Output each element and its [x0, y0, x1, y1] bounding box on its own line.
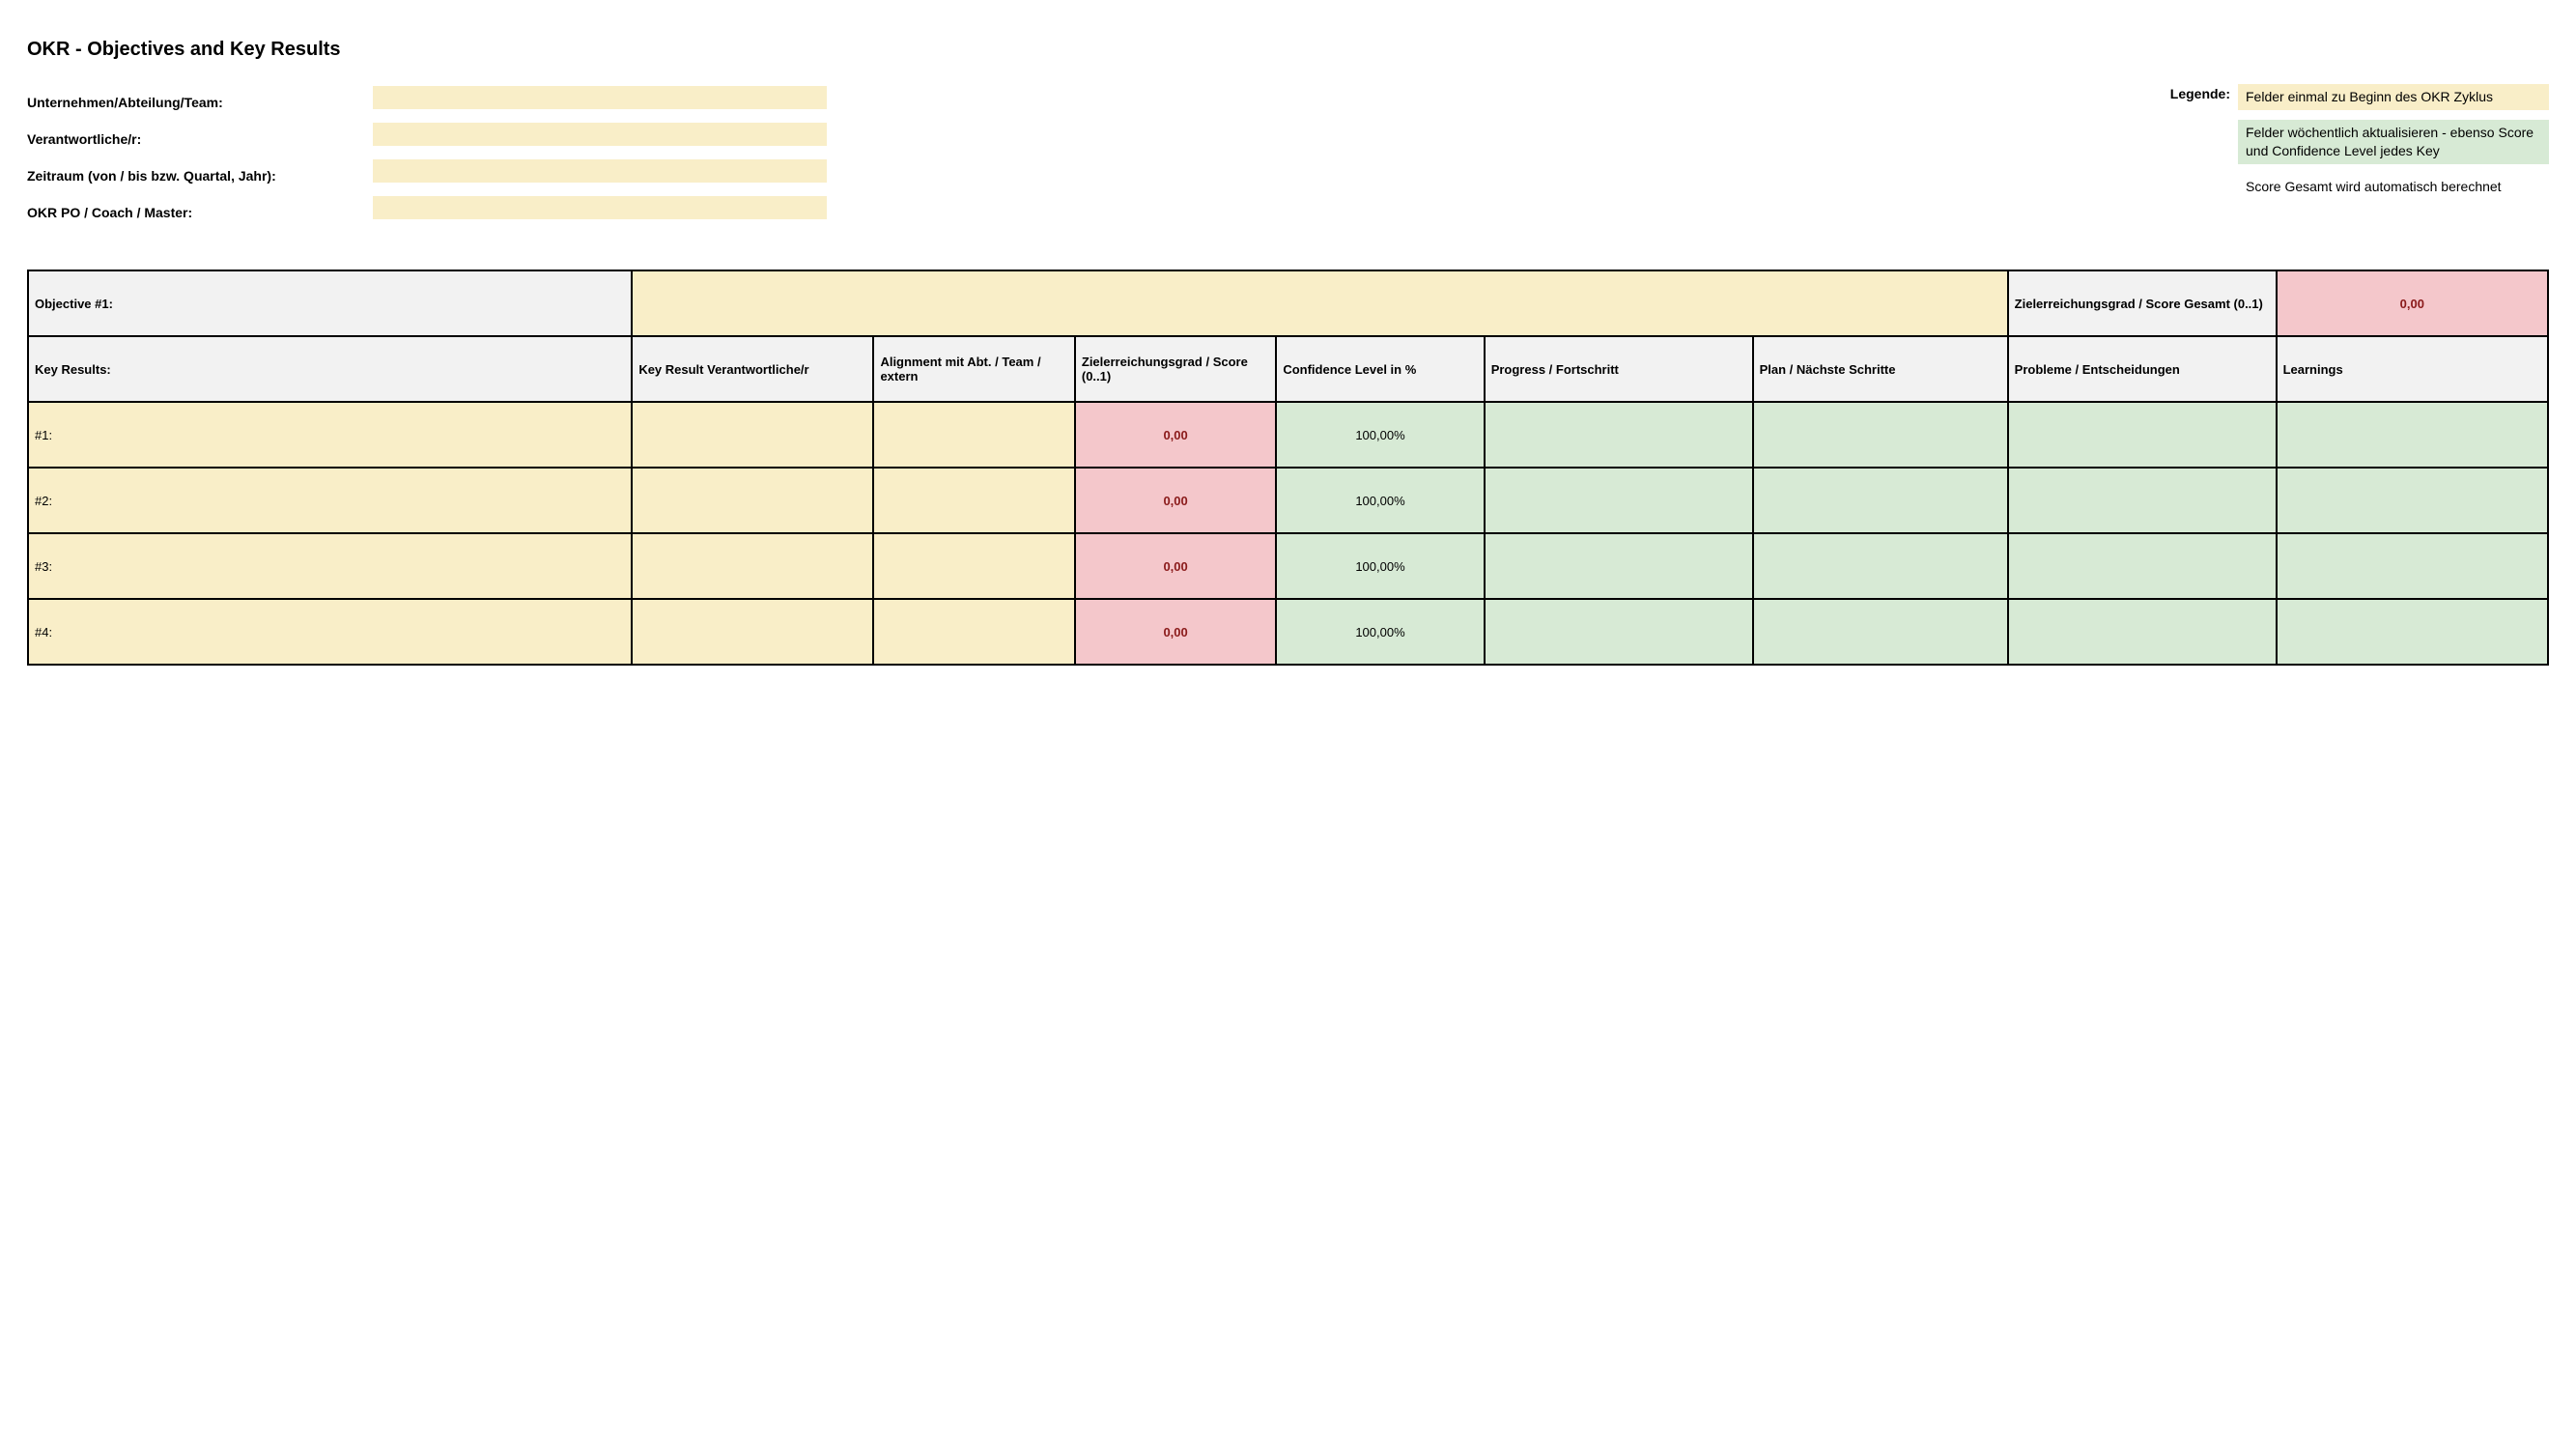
page-title: OKR - Objectives and Key Results: [27, 39, 2549, 61]
period-input[interactable]: [373, 159, 827, 183]
kr-owner[interactable]: [632, 468, 873, 533]
org-input[interactable]: [373, 86, 827, 109]
kr-score[interactable]: 0,00: [1075, 599, 1276, 665]
legend-yellow: Felder einmal zu Beginn des OKR Zyklus: [2238, 84, 2549, 110]
hdr-conf: Confidence Level in %: [1276, 336, 1484, 402]
kr-prog[interactable]: [1485, 402, 1753, 468]
kr-prob[interactable]: [2008, 468, 2277, 533]
header-grid: Unternehmen/Abteilung/Team: Legende: Fel…: [27, 84, 2549, 231]
objective-label: Objective #1:: [28, 270, 632, 336]
hdr-score: Zielerreichungsgrad / Score (0..1): [1075, 336, 1276, 402]
kr-score[interactable]: 0,00: [1075, 402, 1276, 468]
kr-plan[interactable]: [1753, 468, 2008, 533]
kr-learn[interactable]: [2277, 533, 2548, 599]
kr-learn[interactable]: [2277, 599, 2548, 665]
objective-row: Objective #1: Zielerreichungsgrad / Scor…: [28, 270, 2548, 336]
okr-table: Objective #1: Zielerreichungsgrad / Scor…: [27, 270, 2549, 666]
legend-block: Legende: Felder einmal zu Beginn des OKR…: [835, 84, 2549, 200]
kr-row: #3: 0,00 100,00%: [28, 533, 2548, 599]
kr-conf[interactable]: 100,00%: [1276, 533, 1484, 599]
kr-prog[interactable]: [1485, 468, 1753, 533]
kr-conf[interactable]: 100,00%: [1276, 468, 1484, 533]
kr-row: #4: 0,00 100,00%: [28, 599, 2548, 665]
kr-plan[interactable]: [1753, 402, 2008, 468]
kr-row: #1: 0,00 100,00%: [28, 402, 2548, 468]
hdr-owner: Key Result Verantwortliche/r: [632, 336, 873, 402]
kr-plan[interactable]: [1753, 533, 2008, 599]
hdr-kr: Key Results:: [28, 336, 632, 402]
coach-input[interactable]: [373, 196, 827, 219]
kr-score[interactable]: 0,00: [1075, 533, 1276, 599]
org-label: Unternehmen/Abteilung/Team:: [27, 84, 365, 121]
header-row: Key Results: Key Result Verantwortliche/…: [28, 336, 2548, 402]
kr-prob[interactable]: [2008, 599, 2277, 665]
objective-input[interactable]: [632, 270, 2007, 336]
owner-input[interactable]: [373, 123, 827, 146]
legend-white: Score Gesamt wird automatisch berechnet: [2238, 174, 2549, 200]
kr-align[interactable]: [873, 468, 1074, 533]
kr-conf[interactable]: 100,00%: [1276, 402, 1484, 468]
hdr-align: Alignment mit Abt. / Team / extern: [873, 336, 1074, 402]
hdr-prob: Probleme / Entscheidungen: [2008, 336, 2277, 402]
hdr-plan: Plan / Nächste Schritte: [1753, 336, 2008, 402]
kr-owner[interactable]: [632, 599, 873, 665]
total-score-value: 0,00: [2277, 270, 2548, 336]
kr-align[interactable]: [873, 402, 1074, 468]
kr-prob[interactable]: [2008, 533, 2277, 599]
legend-label: Legende:: [2170, 84, 2230, 101]
kr-label[interactable]: #4:: [28, 599, 632, 665]
kr-prog[interactable]: [1485, 533, 1753, 599]
legend-green: Felder wöchentlich aktualisieren - ebens…: [2238, 120, 2549, 164]
kr-row: #2: 0,00 100,00%: [28, 468, 2548, 533]
kr-align[interactable]: [873, 599, 1074, 665]
kr-label[interactable]: #3:: [28, 533, 632, 599]
kr-label[interactable]: #1:: [28, 402, 632, 468]
kr-label[interactable]: #2:: [28, 468, 632, 533]
kr-prog[interactable]: [1485, 599, 1753, 665]
kr-score[interactable]: 0,00: [1075, 468, 1276, 533]
coach-label: OKR PO / Coach / Master:: [27, 194, 365, 231]
kr-learn[interactable]: [2277, 468, 2548, 533]
owner-label: Verantwortliche/r:: [27, 121, 365, 157]
kr-owner[interactable]: [632, 402, 873, 468]
kr-learn[interactable]: [2277, 402, 2548, 468]
kr-owner[interactable]: [632, 533, 873, 599]
kr-prob[interactable]: [2008, 402, 2277, 468]
total-score-label: Zielerreichungsgrad / Score Gesamt (0..1…: [2008, 270, 2277, 336]
hdr-learn: Learnings: [2277, 336, 2548, 402]
hdr-prog: Progress / Fortschritt: [1485, 336, 1753, 402]
kr-plan[interactable]: [1753, 599, 2008, 665]
kr-conf[interactable]: 100,00%: [1276, 599, 1484, 665]
kr-align[interactable]: [873, 533, 1074, 599]
period-label: Zeitraum (von / bis bzw. Quartal, Jahr):: [27, 157, 365, 194]
